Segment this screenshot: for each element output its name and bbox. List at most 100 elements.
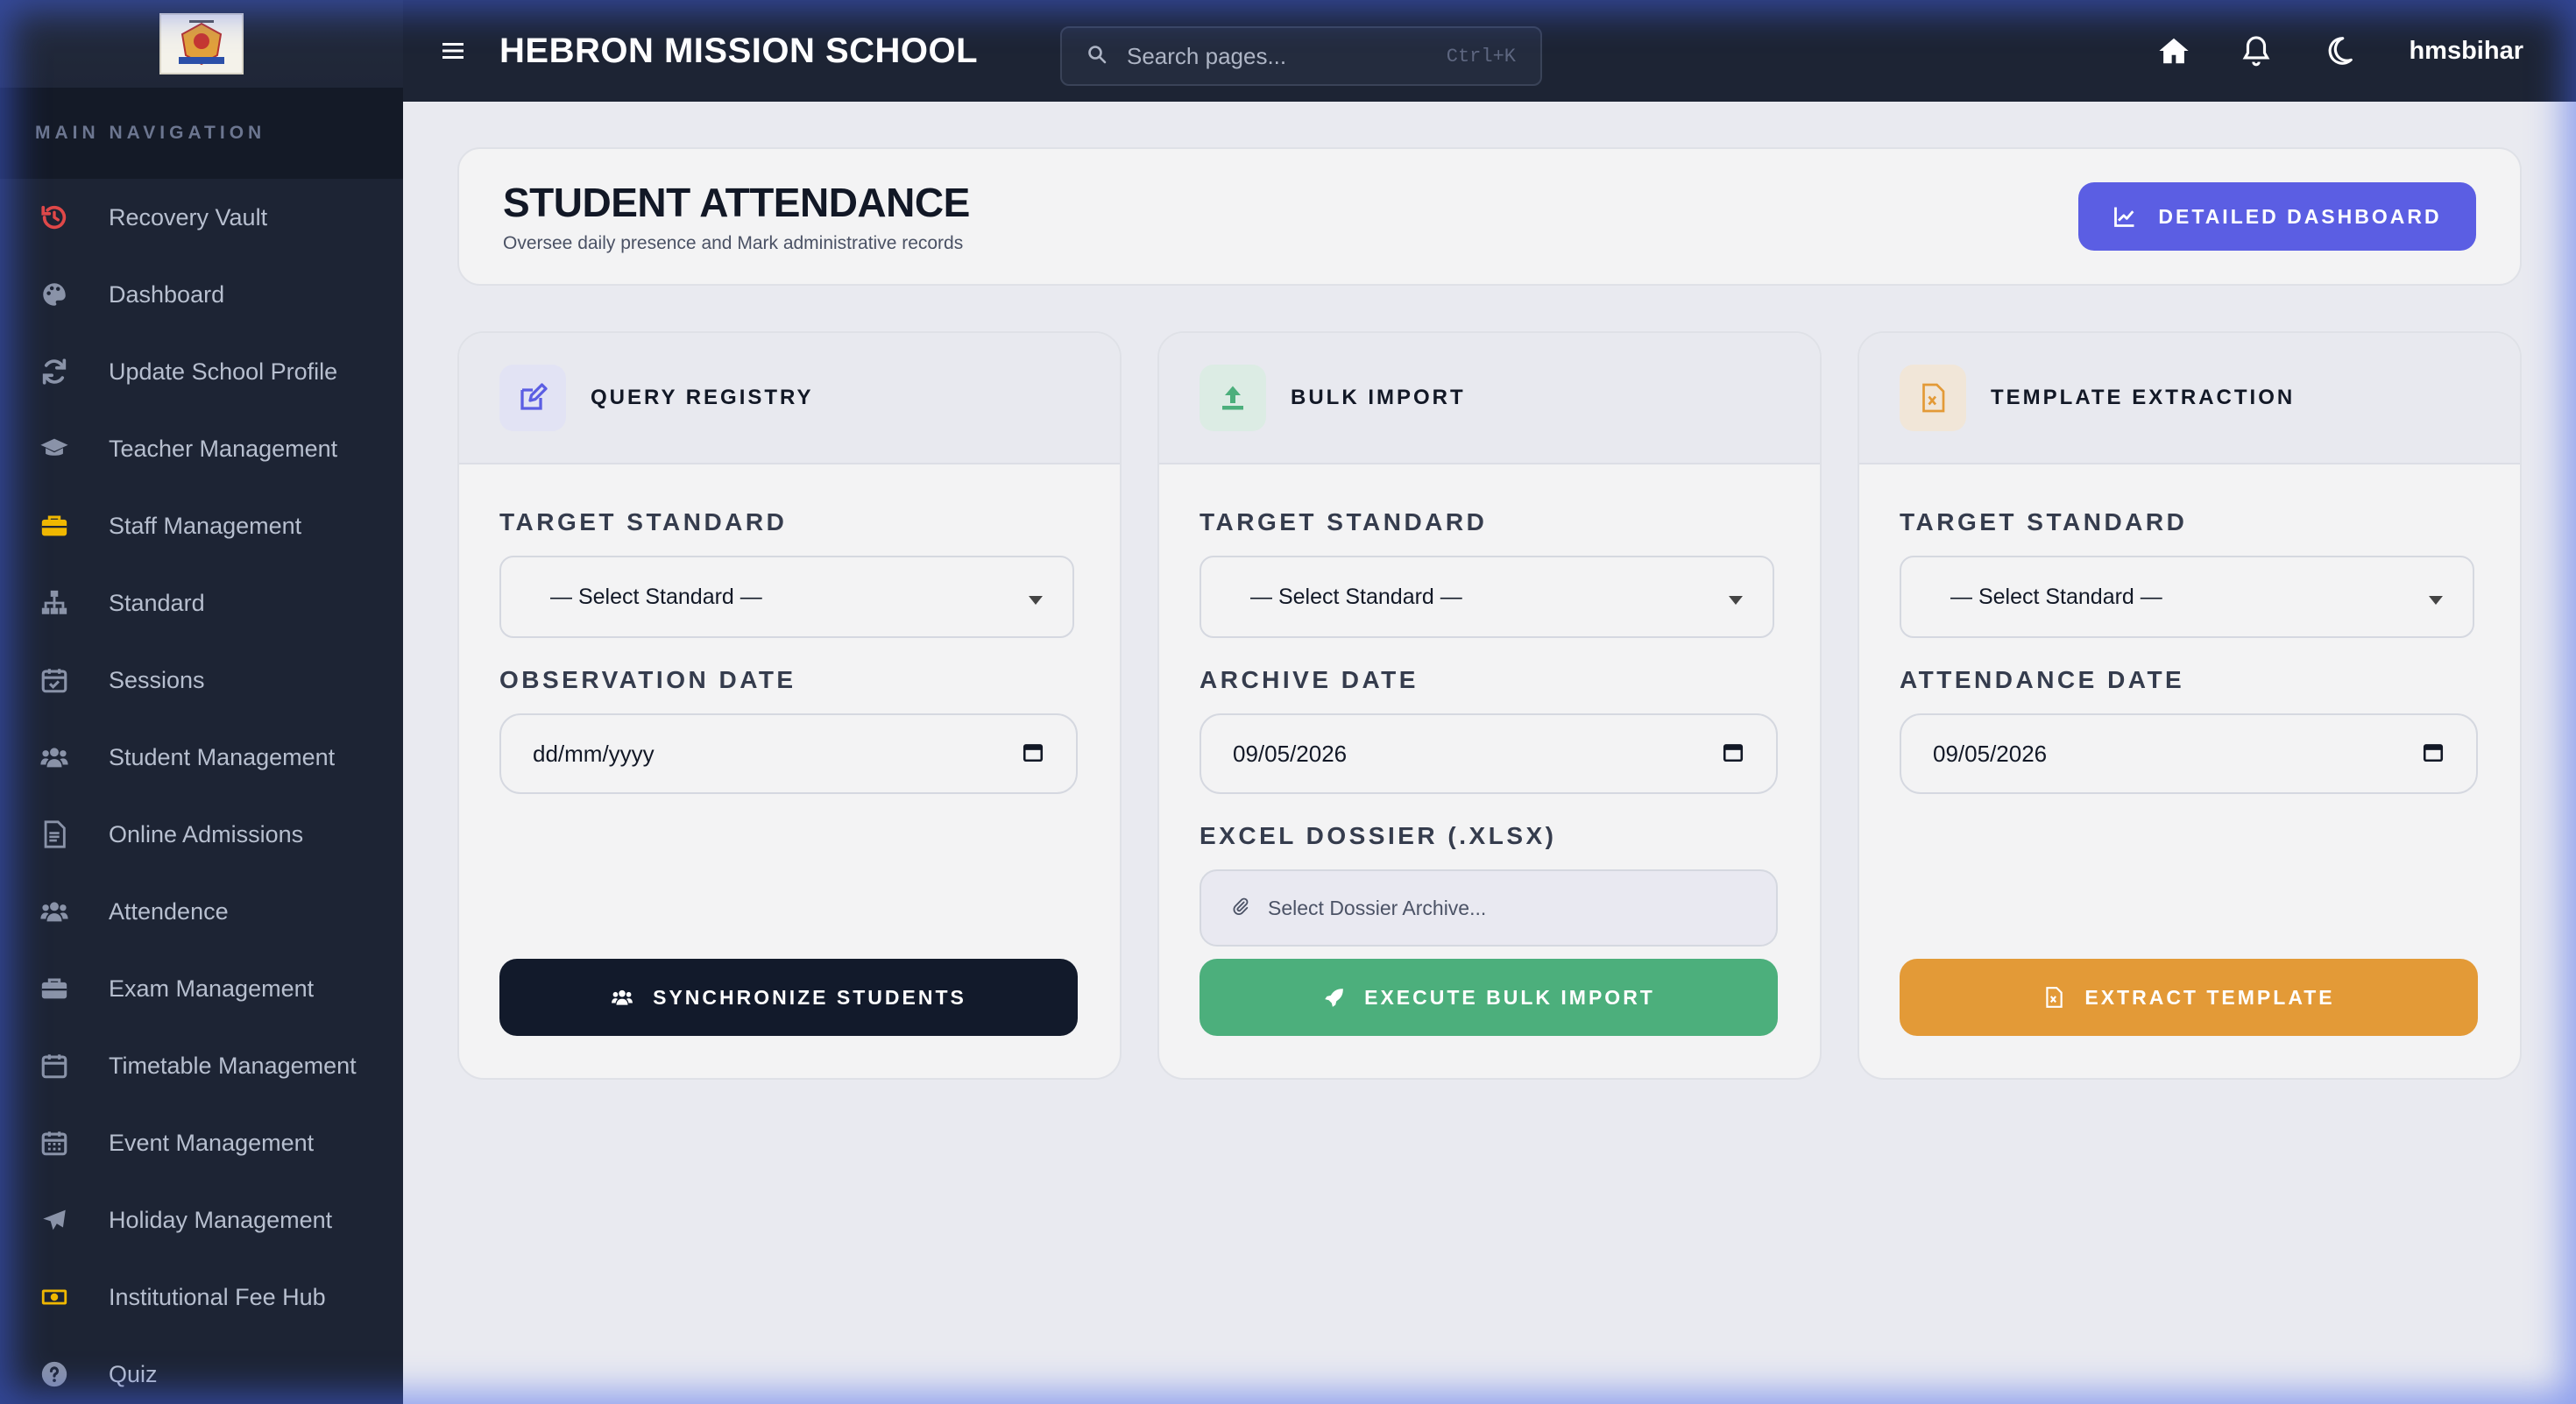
- target-standard-select[interactable]: — Select Standard —: [1200, 556, 1774, 638]
- sidebar-item-event-management[interactable]: Event Management: [0, 1104, 403, 1181]
- bell-icon[interactable]: [2237, 32, 2275, 70]
- sidebar: MAIN NAVIGATION Recovery Vault Dashboard…: [0, 0, 403, 1404]
- sidebar-item-label: Event Management: [109, 1129, 315, 1156]
- target-standard-label: TARGET STANDARD: [1200, 508, 1488, 535]
- target-standard-select[interactable]: — Select Standard —: [1900, 556, 2474, 638]
- sitemap-icon: [39, 587, 70, 619]
- sidebar-item-quiz[interactable]: Quiz: [0, 1336, 403, 1404]
- sidebar-item-label: Attendence: [109, 897, 229, 925]
- chart-line-icon: [2114, 207, 2134, 227]
- sidebar-item-label: Teacher Management: [109, 435, 338, 462]
- graduation-cap-icon: [39, 433, 70, 464]
- detailed-dashboard-button[interactable]: DETAILED DASHBOARD: [2078, 182, 2476, 251]
- bulk-import-card: BULK IMPORT TARGET STANDARD — Select Sta…: [1157, 331, 1822, 1080]
- sidebar-item-label: Recovery Vault: [109, 203, 268, 230]
- page-subtitle: Oversee daily presence and Mark administ…: [503, 233, 964, 253]
- sidebar-item-staff-management[interactable]: Staff Management: [0, 487, 403, 564]
- search-input[interactable]: [1127, 42, 1447, 70]
- file-icon: [39, 819, 70, 850]
- users-icon: [612, 989, 633, 1005]
- excel-dossier-file-input[interactable]: Select Dossier Archive...: [1200, 869, 1778, 947]
- button-label: SYNCHRONIZE STUDENTS: [653, 985, 966, 1009]
- chevron-down-icon: [1729, 596, 1743, 605]
- select-value: — Select Standard —: [1250, 584, 1462, 609]
- user-menu[interactable]: hmsbihar: [2409, 37, 2523, 66]
- upload-icon: [1200, 365, 1266, 431]
- search-box[interactable]: Ctrl+K: [1060, 26, 1542, 86]
- search-icon: [1086, 44, 1108, 69]
- sidebar-section-label: MAIN NAVIGATION: [0, 88, 403, 179]
- sidebar-item-timetable-management[interactable]: Timetable Management: [0, 1027, 403, 1104]
- menu-toggle-icon[interactable]: [435, 32, 471, 69]
- calendar-icon[interactable]: [2422, 741, 2445, 768]
- rocket-icon: [1325, 989, 1343, 1007]
- search-shortcut: Ctrl+K: [1446, 45, 1516, 67]
- plane-icon: [39, 1204, 70, 1236]
- observation-date-input[interactable]: dd/mm/yyyy: [499, 713, 1078, 794]
- sidebar-item-label: Update School Profile: [109, 358, 338, 385]
- target-standard-select[interactable]: — Select Standard —: [499, 556, 1074, 638]
- sidebar-item-student-management[interactable]: Student Management: [0, 719, 403, 796]
- sync-icon: [39, 356, 70, 387]
- sidebar-item-online-admissions[interactable]: Online Admissions: [0, 796, 403, 873]
- sidebar-item-label: Holiday Management: [109, 1206, 333, 1233]
- sidebar-item-dashboard[interactable]: Dashboard: [0, 256, 403, 333]
- date-value: dd/mm/yyyy: [533, 740, 655, 767]
- synchronize-students-button[interactable]: SYNCHRONIZE STUDENTS: [499, 959, 1078, 1036]
- edit-icon: [499, 365, 566, 431]
- sidebar-item-standard[interactable]: Standard: [0, 564, 403, 642]
- date-value: 09/05/2026: [1933, 740, 2048, 767]
- attendance-date-label: ATTENDANCE DATE: [1900, 666, 2185, 693]
- home-icon[interactable]: [2155, 32, 2193, 70]
- attendance-date-input[interactable]: 09/05/2026: [1900, 713, 2478, 794]
- sidebar-item-exam-management[interactable]: Exam Management: [0, 950, 403, 1027]
- sidebar-item-label: Exam Management: [109, 975, 315, 1002]
- calendar-icon[interactable]: [1022, 741, 1044, 768]
- sidebar-item-label: Online Admissions: [109, 820, 304, 847]
- extract-template-button[interactable]: EXTRACT TEMPLATE: [1900, 959, 2478, 1036]
- execute-bulk-import-button[interactable]: EXECUTE BULK IMPORT: [1200, 959, 1778, 1036]
- page-header-card: STUDENT ATTENDANCE Oversee daily presenc…: [457, 147, 2522, 286]
- briefcase-icon: [39, 510, 70, 542]
- users-icon: [39, 741, 70, 773]
- moon-icon[interactable]: [2319, 32, 2358, 70]
- sidebar-item-label: Standard: [109, 589, 205, 616]
- sidebar-item-sessions[interactable]: Sessions: [0, 642, 403, 719]
- card-header: QUERY REGISTRY: [459, 333, 1120, 464]
- sidebar-brand: [0, 0, 403, 88]
- sidebar-item-institutional-fee-hub[interactable]: Institutional Fee Hub: [0, 1259, 403, 1336]
- sidebar-item-label: Student Management: [109, 743, 336, 770]
- users-icon: [39, 896, 70, 927]
- button-label: EXECUTE BULK IMPORT: [1364, 985, 1655, 1009]
- archive-date-input[interactable]: 09/05/2026: [1200, 713, 1778, 794]
- briefcase-icon: [39, 973, 70, 1004]
- file-excel-icon: [2046, 987, 2063, 1008]
- template-extraction-card: TEMPLATE EXTRACTION TARGET STANDARD — Se…: [1858, 331, 2522, 1080]
- palette-icon: [39, 279, 70, 310]
- detailed-dashboard-label: DETAILED DASHBOARD: [2158, 204, 2442, 228]
- cards-row: QUERY REGISTRY TARGET STANDARD — Select …: [457, 331, 2522, 1080]
- sidebar-item-attendence[interactable]: Attendence: [0, 873, 403, 950]
- card-header: TEMPLATE EXTRACTION: [1859, 333, 2520, 464]
- target-standard-label: TARGET STANDARD: [1900, 508, 2188, 535]
- sidebar-item-teacher-management[interactable]: Teacher Management: [0, 410, 403, 487]
- sidebar-item-holiday-management[interactable]: Holiday Management: [0, 1181, 403, 1259]
- school-name: HEBRON MISSION SCHOOL: [499, 31, 979, 70]
- query-registry-card: QUERY REGISTRY TARGET STANDARD — Select …: [457, 331, 1122, 1080]
- top-actions: hmsbihar: [2155, 0, 2523, 102]
- observation-date-label: OBSERVATION DATE: [499, 666, 796, 693]
- target-standard-label: TARGET STANDARD: [499, 508, 788, 535]
- calendar-icon[interactable]: [1722, 741, 1744, 768]
- page-heading: STUDENT ATTENDANCE Oversee daily presenc…: [503, 179, 970, 254]
- card-body: TARGET STANDARD — Select Standard — ARCH…: [1159, 464, 1820, 947]
- sidebar-item-recovery-vault[interactable]: Recovery Vault: [0, 179, 403, 256]
- school-logo[interactable]: [159, 13, 244, 74]
- sidebar-item-label: Institutional Fee Hub: [109, 1283, 326, 1310]
- history-icon: [39, 202, 70, 233]
- sidebar-item-update-school-profile[interactable]: Update School Profile: [0, 333, 403, 410]
- select-value: — Select Standard —: [550, 584, 762, 609]
- card-title: TEMPLATE EXTRACTION: [1991, 386, 2296, 409]
- excel-dossier-label: EXCEL DOSSIER (.XLSX): [1200, 822, 1557, 849]
- card-body: TARGET STANDARD — Select Standard — OBSE…: [459, 464, 1120, 794]
- card-title: BULK IMPORT: [1291, 386, 1466, 409]
